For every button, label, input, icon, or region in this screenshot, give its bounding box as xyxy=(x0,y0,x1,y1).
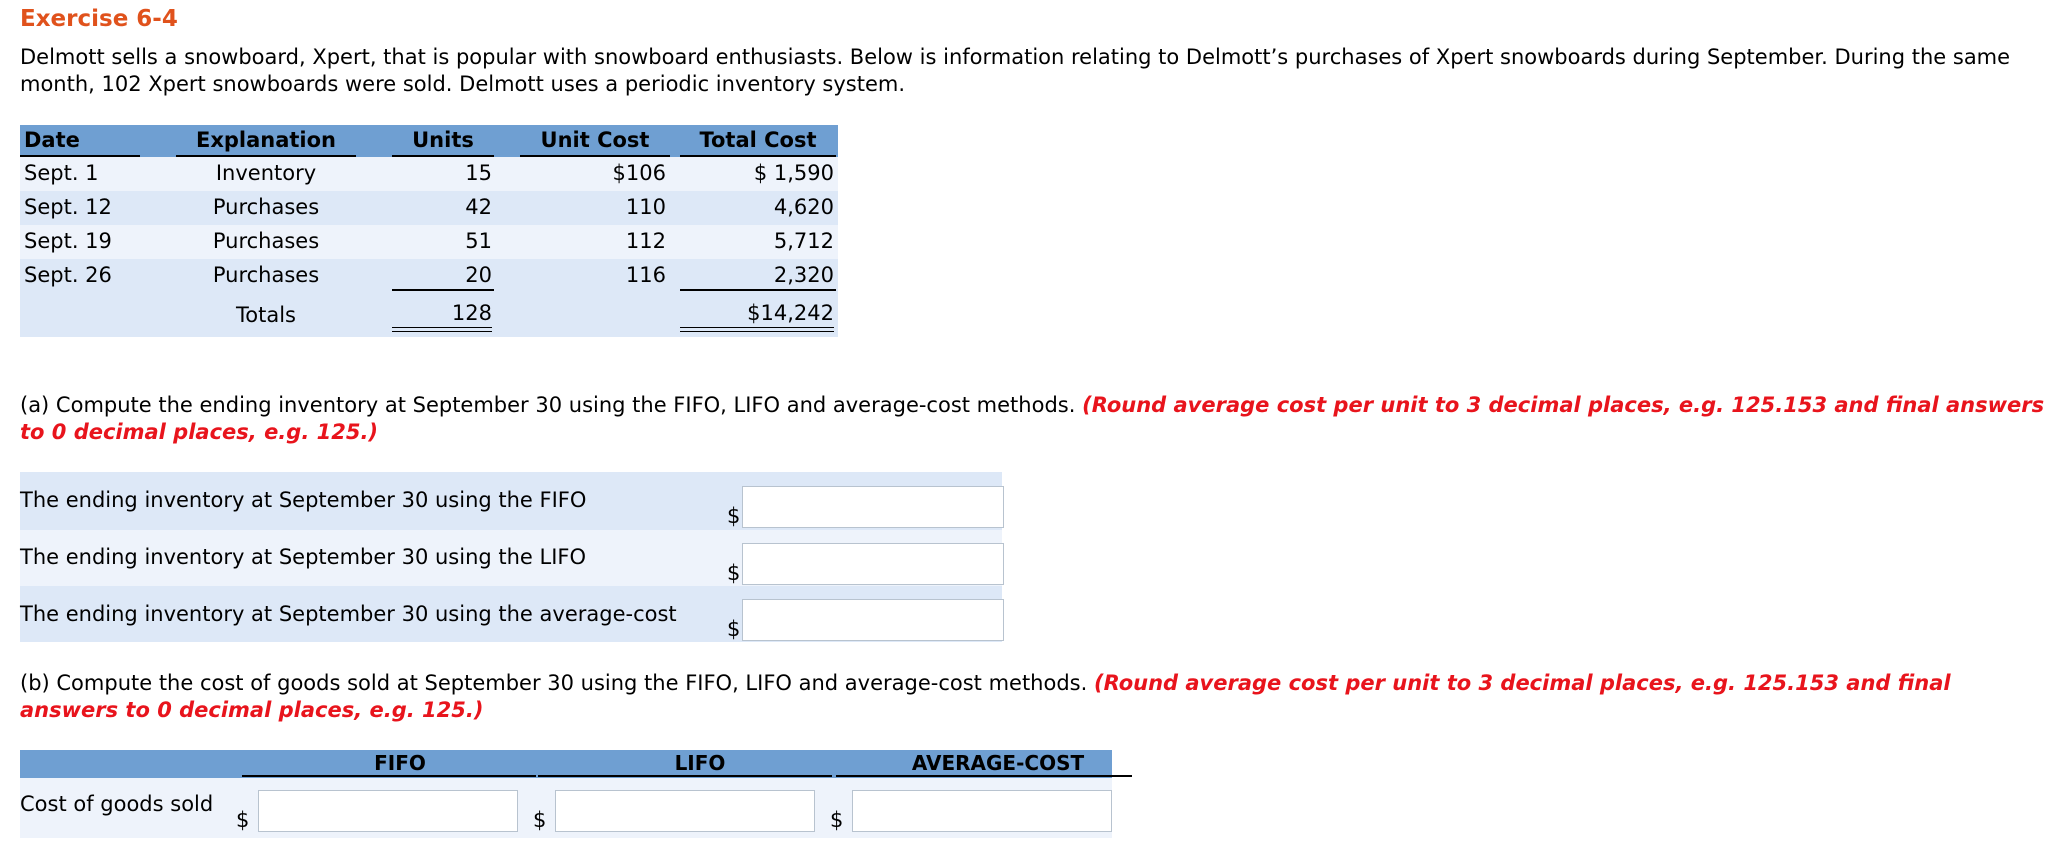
table-row: Sept. 19 Purchases 51 112 5,712 xyxy=(20,225,838,259)
totals-row: Totals 128 $14,242 xyxy=(20,293,838,337)
table-header-row: Date Explanation Units Unit Cost Total C… xyxy=(20,125,838,157)
dollar-sign: $ xyxy=(236,808,250,832)
ending-inventory-lifo-label: The ending inventory at September 30 usi… xyxy=(20,545,587,569)
header-explanation: Explanation xyxy=(195,128,337,152)
header-units: Units xyxy=(412,128,474,152)
ending-inventory-fifo-input[interactable] xyxy=(742,486,1004,528)
totals-units: 128 xyxy=(451,301,492,325)
cogs-lifo-input[interactable] xyxy=(555,790,815,832)
purchases-table: Date Explanation Units Unit Cost Total C… xyxy=(20,125,838,337)
dollar-sign: $ xyxy=(727,561,741,585)
ending-inventory-lifo-input[interactable] xyxy=(742,543,1004,585)
intro-text: Delmott sells a snowboard, Xpert, that i… xyxy=(20,45,2011,96)
cogs-average-cost-input[interactable] xyxy=(852,790,1112,832)
table-row: Sept. 26 Purchases 20 116 2,320 xyxy=(20,259,838,293)
dollar-sign: $ xyxy=(830,808,844,832)
header-fifo: FIFO xyxy=(374,751,426,775)
table-row: Sept. 12 Purchases 42 110 4,620 xyxy=(20,191,838,225)
totals-total-cost: $14,242 xyxy=(747,301,834,325)
header-unit-cost: Unit Cost xyxy=(540,128,650,152)
exercise-title: Exercise 6-4 xyxy=(20,6,178,32)
ending-inventory-fifo-label: The ending inventory at September 30 usi… xyxy=(20,488,587,512)
cogs-header-row: FIFO LIFO AVERAGE-COST xyxy=(20,750,1132,778)
ending-inventory-average-cost-label: The ending inventory at September 30 usi… xyxy=(20,602,677,626)
header-average-cost: AVERAGE-COST xyxy=(911,751,1085,775)
dollar-sign: $ xyxy=(727,617,741,641)
header-lifo: LIFO xyxy=(674,751,726,775)
part-a-question: (a) Compute the ending inventory at Sept… xyxy=(20,393,2045,444)
cogs-fifo-input[interactable] xyxy=(258,790,518,832)
totals-label: Totals xyxy=(236,303,296,327)
cost-of-goods-sold-label: Cost of goods sold xyxy=(20,792,214,816)
header-total-cost: Total Cost xyxy=(699,128,817,152)
header-date: Date xyxy=(24,128,80,152)
part-b-question: (b) Compute the cost of goods sold at Se… xyxy=(20,671,1951,722)
table-row: Sept. 1 Inventory 15 $106 $ 1,590 xyxy=(20,157,838,191)
ending-inventory-average-cost-input[interactable] xyxy=(742,599,1004,641)
dollar-sign: $ xyxy=(727,504,741,528)
dollar-sign: $ xyxy=(533,808,547,832)
